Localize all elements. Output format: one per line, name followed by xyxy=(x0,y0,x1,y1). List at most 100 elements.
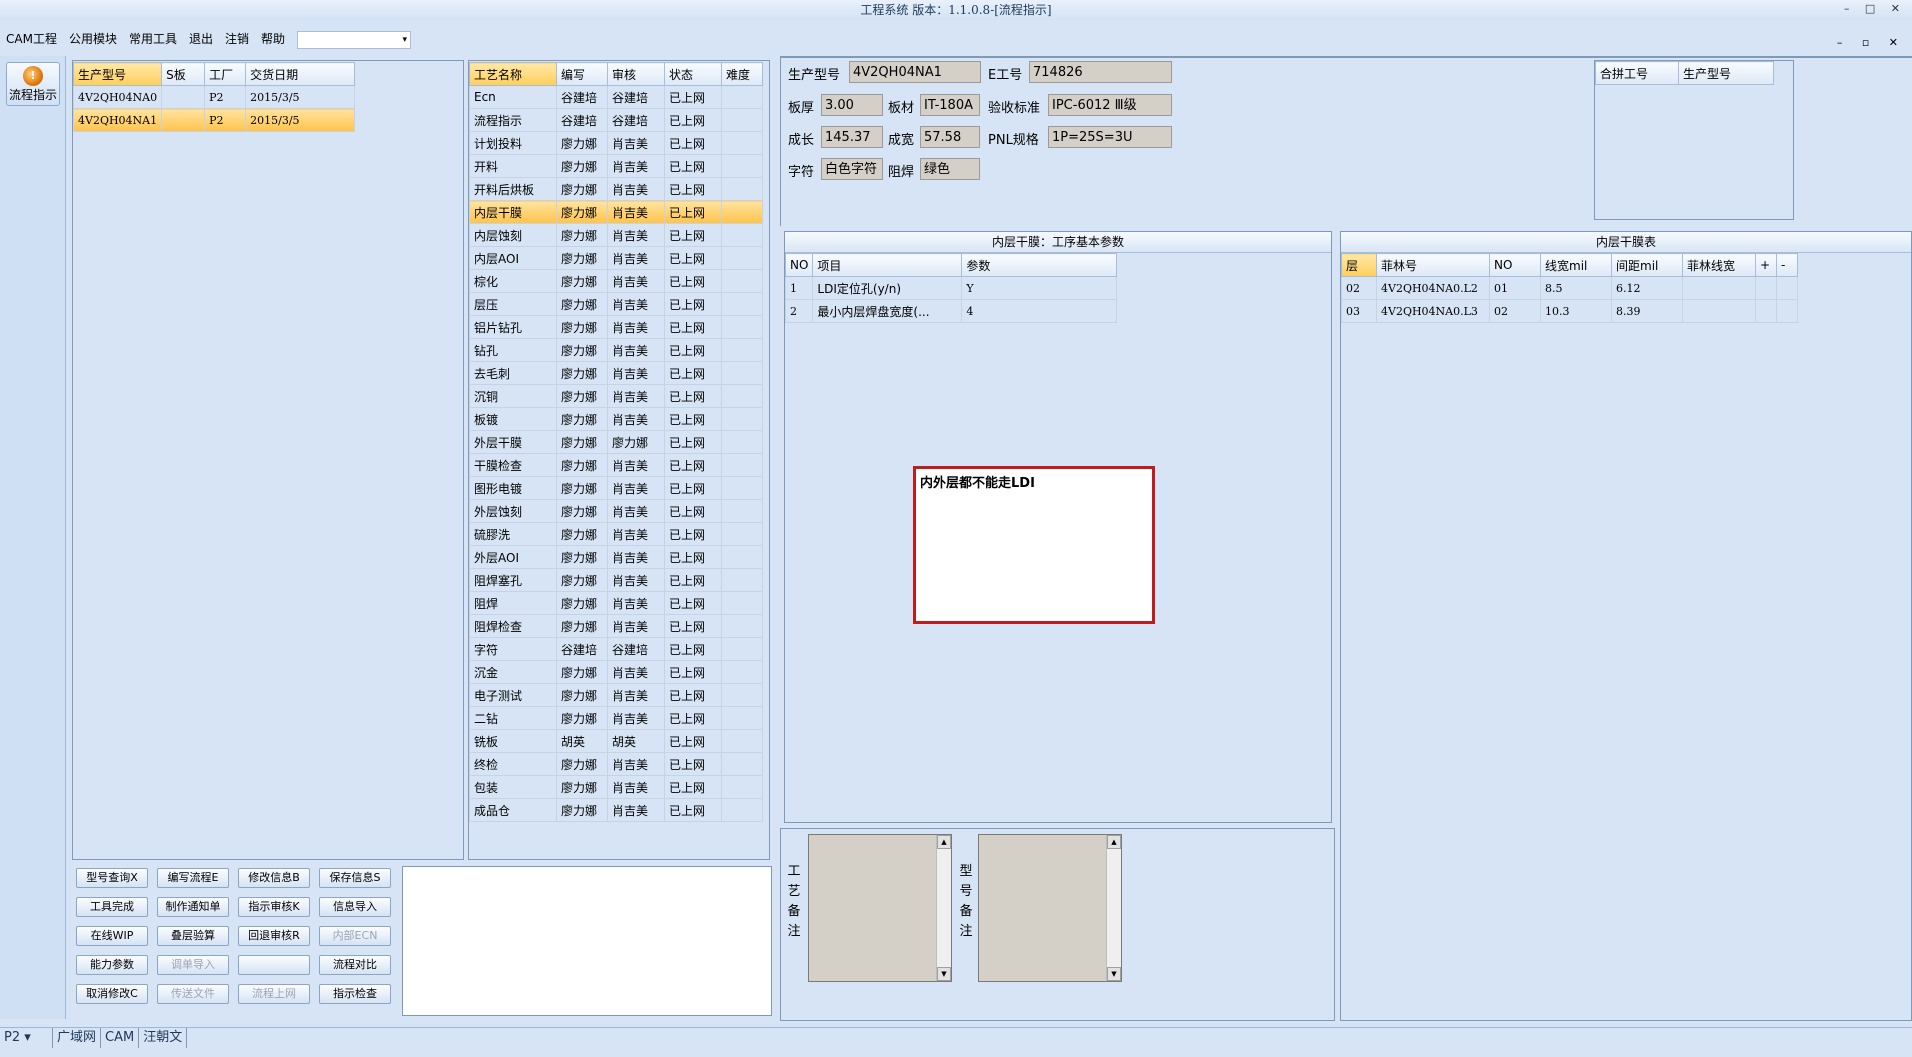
window-controls[interactable]: – □ ✕ xyxy=(1844,2,1906,15)
table-row[interactable]: 沉金 廖力娜 肖吉美 已上网 xyxy=(469,660,763,684)
char-field[interactable]: 白色字符 xyxy=(821,158,883,180)
product-field[interactable]: 4V2QH04NA1 xyxy=(849,61,981,83)
action-button[interactable]: 流程对比 xyxy=(319,955,391,975)
column-header[interactable]: 间距mil xyxy=(1611,253,1683,277)
action-button[interactable]: 能力参数 xyxy=(76,955,148,975)
action-button[interactable]: 制作通知单 xyxy=(157,897,229,917)
column-header[interactable]: 难度 xyxy=(721,62,763,86)
table-row[interactable]: 电子测试 廖力娜 肖吉美 已上网 xyxy=(469,683,763,707)
table-row[interactable]: 成品仓 廖力娜 肖吉美 已上网 xyxy=(469,798,763,822)
mask-field[interactable]: 绿色 xyxy=(920,158,980,180)
action-button[interactable]: 取消修改C xyxy=(76,984,148,1004)
table-row[interactable]: 开料 廖力娜 肖吉美 已上网 xyxy=(469,154,763,178)
action-button[interactable]: 信息导入 xyxy=(319,897,391,917)
action-button[interactable]: 调单导入 xyxy=(157,955,229,975)
table-row[interactable]: 4V2QH04NA0 P2 2015/3/5 xyxy=(72,85,356,109)
table-row[interactable]: 流程指示 谷建培 谷建培 已上网 xyxy=(469,108,763,132)
table-row[interactable]: 4V2QH04NA1 P2 2015/3/5 xyxy=(72,108,356,132)
table-row[interactable]: 终检 廖力娜 肖吉美 已上网 xyxy=(469,752,763,776)
length-field[interactable]: 145.37 xyxy=(821,126,883,148)
table-row[interactable]: 字符 谷建培 谷建培 已上网 xyxy=(469,637,763,661)
table-row[interactable]: 开料后烘板 廖力娜 肖吉美 已上网 xyxy=(469,177,763,201)
taskbar-item-1[interactable]: 广域网 xyxy=(53,1028,102,1048)
column-header[interactable]: 层 xyxy=(1341,253,1377,277)
table-row[interactable]: 内层AOI 廖力娜 肖吉美 已上网 xyxy=(469,246,763,270)
column-header[interactable]: 编写 xyxy=(556,62,608,86)
action-button[interactable]: 在线WIP xyxy=(76,926,148,946)
table-row[interactable]: 钻孔 廖力娜 肖吉美 已上网 xyxy=(469,338,763,362)
column-header[interactable]: 生产型号 xyxy=(72,62,163,86)
column-header[interactable]: 审核 xyxy=(607,62,665,86)
action-button[interactable]: 编写流程E xyxy=(157,868,229,888)
taskbar-item-2[interactable]: CAM xyxy=(101,1028,140,1048)
standard-field[interactable]: IPC-6012 Ⅲ级 xyxy=(1048,94,1172,116)
table-row[interactable]: 层压 廖力娜 肖吉美 已上网 xyxy=(469,292,763,316)
column-header[interactable]: 交货日期 xyxy=(245,62,356,86)
column-header[interactable]: 参数 xyxy=(961,253,1118,277)
action-button[interactable] xyxy=(238,955,310,975)
taskbar-item-3[interactable]: 汪朝文 xyxy=(139,1028,188,1048)
table-row[interactable]: 干膜检查 廖力娜 肖吉美 已上网 xyxy=(469,453,763,477)
column-header[interactable]: S板 xyxy=(161,62,206,86)
action-button[interactable]: 流程上网 xyxy=(238,984,310,1004)
table-row[interactable]: 图形电镀 廖力娜 肖吉美 已上网 xyxy=(469,476,763,500)
width-field[interactable]: 57.58 xyxy=(920,126,980,148)
thickness-field[interactable]: 3.00 xyxy=(821,94,883,116)
menu-item-3[interactable]: 退出 xyxy=(183,28,219,50)
menu-item-0[interactable]: CAM工程 xyxy=(0,28,63,50)
action-button[interactable]: 型号查询X xyxy=(76,868,148,888)
model-remark-textarea[interactable]: ▲ ▼ xyxy=(978,834,1122,982)
table-row[interactable]: 阻焊 廖力娜 肖吉美 已上网 xyxy=(469,591,763,615)
process-remark-textarea[interactable]: ▲ ▼ xyxy=(808,834,952,982)
table-row[interactable]: 板镀 廖力娜 肖吉美 已上网 xyxy=(469,407,763,431)
column-header[interactable]: NO xyxy=(784,253,814,277)
table-row[interactable]: 包装 廖力娜 肖吉美 已上网 xyxy=(469,775,763,799)
table-row[interactable]: 02 4V2QH04NA0.L2 01 8.5 6.12 xyxy=(1341,276,1798,300)
column-header[interactable]: 菲林线宽 xyxy=(1682,253,1756,277)
column-header[interactable]: NO xyxy=(1489,253,1541,277)
column-header[interactable]: 状态 xyxy=(664,62,722,86)
action-button[interactable]: 叠层验算 xyxy=(157,926,229,946)
table-row[interactable]: 阻焊塞孔 廖力娜 肖吉美 已上网 xyxy=(469,568,763,592)
table-row[interactable]: 外层干膜 廖力娜 廖力娜 已上网 xyxy=(469,430,763,454)
column-header[interactable]: 合拼工号 xyxy=(1595,61,1679,85)
eno-field[interactable]: 714826 xyxy=(1029,61,1172,83)
table-row[interactable]: 硫膠洗 廖力娜 肖吉美 已上网 xyxy=(469,522,763,546)
pnl-field[interactable]: 1P=25S=3U xyxy=(1048,126,1172,148)
column-header[interactable]: 项目 xyxy=(812,253,963,277)
table-row[interactable]: 铝片钻孔 廖力娜 肖吉美 已上网 xyxy=(469,315,763,339)
table-row[interactable]: 二钻 廖力娜 肖吉美 已上网 xyxy=(469,706,763,730)
table-row[interactable]: 去毛刺 廖力娜 肖吉美 已上网 xyxy=(469,361,763,385)
taskbar-item-0[interactable]: P2 ▾ xyxy=(0,1028,53,1048)
column-header[interactable]: 菲林号 xyxy=(1376,253,1490,277)
action-button[interactable]: 工具完成 xyxy=(76,897,148,917)
action-button[interactable]: 指示检查 xyxy=(319,984,391,1004)
process-remark-scrollbar[interactable]: ▲ ▼ xyxy=(936,835,951,981)
table-row[interactable]: 铣板 胡英 胡英 已上网 xyxy=(469,729,763,753)
column-header[interactable]: 工厂 xyxy=(204,62,247,86)
table-row[interactable]: 1 LDI定位孔(y/n) Y xyxy=(784,276,1118,300)
column-header[interactable]: + xyxy=(1755,253,1777,277)
table-row[interactable]: 内层干膜 廖力娜 肖吉美 已上网 xyxy=(469,200,763,224)
menu-item-5[interactable]: 帮助 xyxy=(255,28,291,50)
material-field[interactable]: IT-180A xyxy=(920,94,980,116)
model-remark-scrollbar[interactable]: ▲ ▼ xyxy=(1106,835,1121,981)
column-header[interactable]: 工艺名称 xyxy=(469,62,557,86)
action-button[interactable]: 内部ECN xyxy=(319,926,391,946)
table-row[interactable]: 2 最小内层焊盘宽度(... 4 xyxy=(784,299,1118,323)
mdi-controls[interactable]: – ▫ ✕ xyxy=(1837,36,1906,49)
column-header[interactable]: - xyxy=(1776,253,1798,277)
table-row[interactable]: 外层蚀刻 廖力娜 肖吉美 已上网 xyxy=(469,499,763,523)
action-button[interactable]: 指示审核K xyxy=(238,897,310,917)
action-button[interactable]: 修改信息B xyxy=(238,868,310,888)
menu-item-1[interactable]: 公用模块 xyxy=(63,28,123,50)
table-row[interactable]: 计划投料 廖力娜 肖吉美 已上网 xyxy=(469,131,763,155)
action-button[interactable]: 回退审核R xyxy=(238,926,310,946)
column-header[interactable]: 生产型号 xyxy=(1678,61,1774,85)
table-row[interactable]: 03 4V2QH04NA0.L3 02 10.3 8.39 xyxy=(1341,299,1798,323)
action-button[interactable]: 保存信息S xyxy=(319,868,391,888)
table-row[interactable]: Ecn 谷建培 谷建培 已上网 xyxy=(469,85,763,109)
table-row[interactable]: 外层AOI 廖力娜 肖吉美 已上网 xyxy=(469,545,763,569)
message-box[interactable] xyxy=(402,866,772,1016)
menu-item-4[interactable]: 注销 xyxy=(219,28,255,50)
